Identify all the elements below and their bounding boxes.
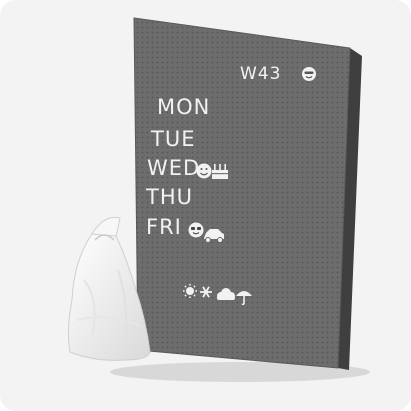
day-thu: THU xyxy=(145,185,193,209)
day-fri: FRI xyxy=(146,215,182,239)
smiley-icon xyxy=(302,67,316,81)
letter-board-photo: W43 MON TUE WED THU FRI xyxy=(67,17,370,382)
week-label: W43 xyxy=(240,64,281,84)
sunglasses-icon xyxy=(188,222,204,238)
smiley-icon xyxy=(196,163,212,179)
product-photo-card: W43 MON TUE WED THU FRI xyxy=(0,0,411,411)
day-tue: TUE xyxy=(150,127,195,151)
day-mon: MON xyxy=(157,95,210,119)
cake-icon xyxy=(212,164,228,179)
day-wed: WED xyxy=(147,156,200,180)
